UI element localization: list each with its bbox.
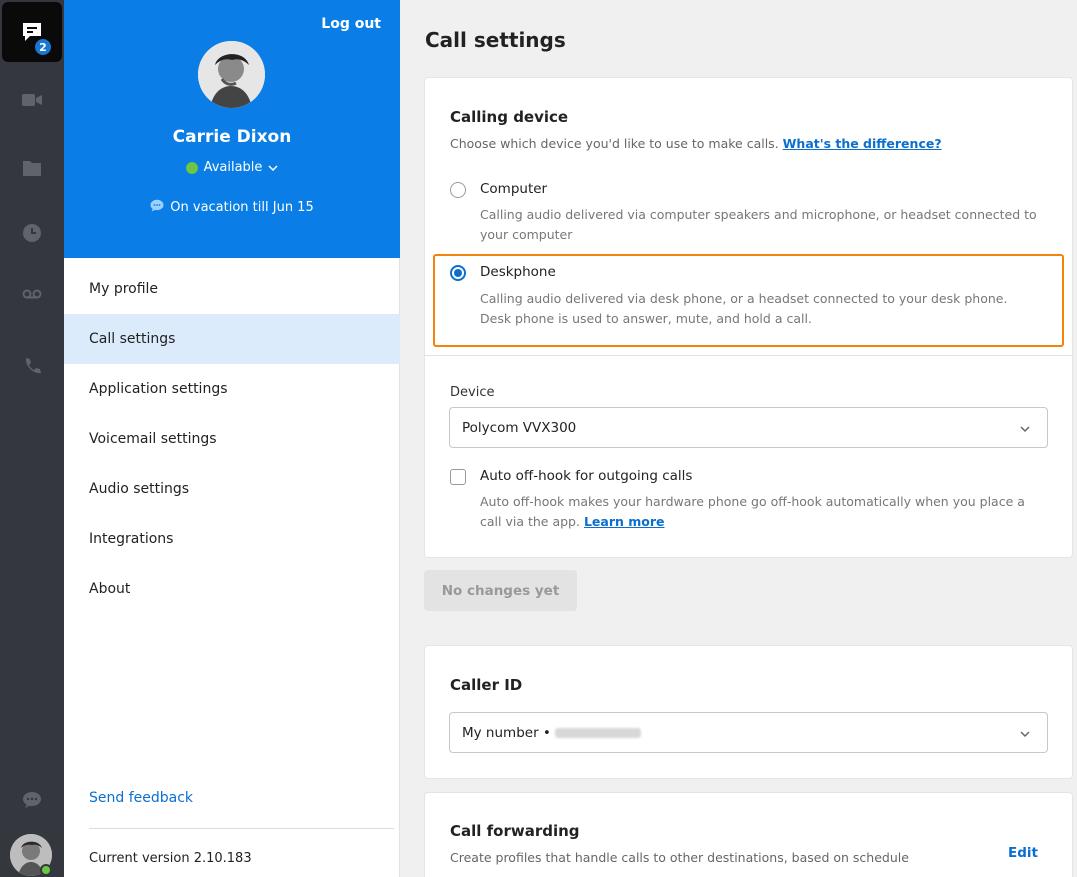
settings-sidebar: Log out Carrie Dixon Available On vacati…	[64, 0, 400, 877]
computer-option-title: Computer	[480, 181, 548, 197]
deskphone-radio[interactable]	[450, 265, 466, 281]
chevron-down-icon	[1019, 726, 1031, 742]
call-forwarding-card: Call forwarding Create profiles that han…	[424, 792, 1073, 877]
caller-id-heading: Caller ID	[450, 676, 523, 694]
rail-video[interactable]	[0, 76, 64, 124]
unread-badge: 2	[34, 38, 52, 56]
redacted-number	[554, 727, 641, 738]
status-message-text: On vacation till Jun 15	[170, 200, 314, 215]
nav-voicemail-settings[interactable]: Voicemail settings	[64, 414, 400, 464]
calling-device-description: Choose which device you'd like to use to…	[450, 136, 942, 151]
caller-id-select[interactable]: My number •	[449, 712, 1048, 753]
folder-icon	[22, 159, 42, 177]
auto-offhook-description: Auto off-hook makes your hardware phone …	[480, 492, 1060, 532]
learn-more-link[interactable]: Learn more	[584, 514, 665, 529]
video-icon	[21, 92, 43, 108]
nav-integrations[interactable]: Integrations	[64, 514, 400, 564]
availability-label: Available	[203, 160, 263, 175]
offhook-desc-line2-wrap: call via the app. Learn more	[480, 512, 1060, 532]
rail-history[interactable]	[0, 209, 64, 257]
nav-call-settings[interactable]: Call settings	[64, 314, 400, 364]
rail-chat[interactable]: 2	[2, 2, 62, 62]
call-forwarding-heading: Call forwarding	[450, 822, 580, 840]
clock-icon	[22, 223, 42, 243]
nav-application-settings[interactable]: Application settings	[64, 364, 400, 414]
save-button: No changes yet	[424, 570, 577, 611]
main-content: Call settings Calling device Choose whic…	[400, 0, 1077, 877]
device-select[interactable]: Polycom VVX300	[449, 407, 1048, 448]
app-rail: 2	[0, 0, 64, 877]
phone-icon	[22, 356, 42, 376]
calling-device-card: Calling device Choose which device you'd…	[424, 77, 1073, 558]
offhook-desc-line1: Auto off-hook makes your hardware phone …	[480, 494, 1025, 509]
device-label: Device	[450, 385, 495, 400]
availability-dropdown[interactable]: Available	[64, 160, 400, 175]
chevron-down-icon	[1019, 421, 1031, 437]
computer-desc-line2: your computer	[480, 227, 573, 242]
available-status-icon	[185, 161, 198, 174]
caller-id-value: My number •	[462, 724, 551, 741]
app-version: Current version 2.10.183	[89, 851, 252, 866]
profile-avatar[interactable]	[198, 41, 265, 108]
logout-button[interactable]: Log out	[321, 16, 381, 32]
offhook-desc-line2: call via the app.	[480, 514, 580, 529]
computer-option-description: Calling audio delivered via computer spe…	[480, 205, 1060, 245]
computer-radio[interactable]	[450, 182, 466, 198]
deskphone-option-title: Deskphone	[480, 264, 556, 280]
status-message[interactable]: On vacation till Jun 15	[64, 199, 400, 216]
voicemail-icon	[22, 289, 42, 299]
feedback-icon	[22, 791, 42, 809]
deskphone-desc-line1: Calling audio delivered via desk phone, …	[480, 291, 1008, 306]
rail-calls[interactable]	[0, 342, 64, 390]
call-forwarding-description: Create profiles that handle calls to oth…	[450, 850, 909, 865]
computer-desc-line1: Calling audio delivered via computer spe…	[480, 207, 1037, 222]
rail-voicemail[interactable]	[0, 270, 64, 318]
device-select-value: Polycom VVX300	[462, 419, 577, 436]
auto-offhook-label: Auto off-hook for outgoing calls	[480, 468, 693, 484]
card-divider	[425, 355, 1072, 356]
nav-about[interactable]: About	[64, 564, 400, 614]
speech-bubble-icon	[150, 199, 164, 216]
calling-device-description-text: Choose which device you'd like to use to…	[450, 136, 779, 151]
caller-id-card: Caller ID My number •	[424, 645, 1073, 779]
whats-the-difference-link[interactable]: What's the difference?	[783, 136, 942, 151]
calling-device-heading: Calling device	[450, 108, 569, 126]
rail-files[interactable]	[0, 144, 64, 192]
send-feedback-link[interactable]: Send feedback	[89, 790, 193, 806]
deskphone-option-description: Calling audio delivered via desk phone, …	[480, 289, 1060, 329]
nav-audio-settings[interactable]: Audio settings	[64, 464, 400, 514]
presence-dot	[40, 864, 52, 876]
page-title: Call settings	[425, 28, 566, 52]
profile-header: Log out Carrie Dixon Available On vacati…	[64, 0, 400, 258]
edit-call-forwarding-button[interactable]: Edit	[1008, 845, 1038, 861]
profile-name: Carrie Dixon	[172, 127, 292, 147]
nav-my-profile[interactable]: My profile	[64, 264, 400, 314]
auto-offhook-checkbox[interactable]	[450, 469, 466, 485]
divider	[89, 828, 394, 829]
deskphone-desc-line2: Desk phone is used to answer, mute, and …	[480, 311, 812, 326]
chevron-down-icon	[268, 160, 278, 175]
rail-feedback[interactable]	[0, 776, 64, 824]
settings-nav: My profile Call settings Application set…	[64, 264, 400, 614]
